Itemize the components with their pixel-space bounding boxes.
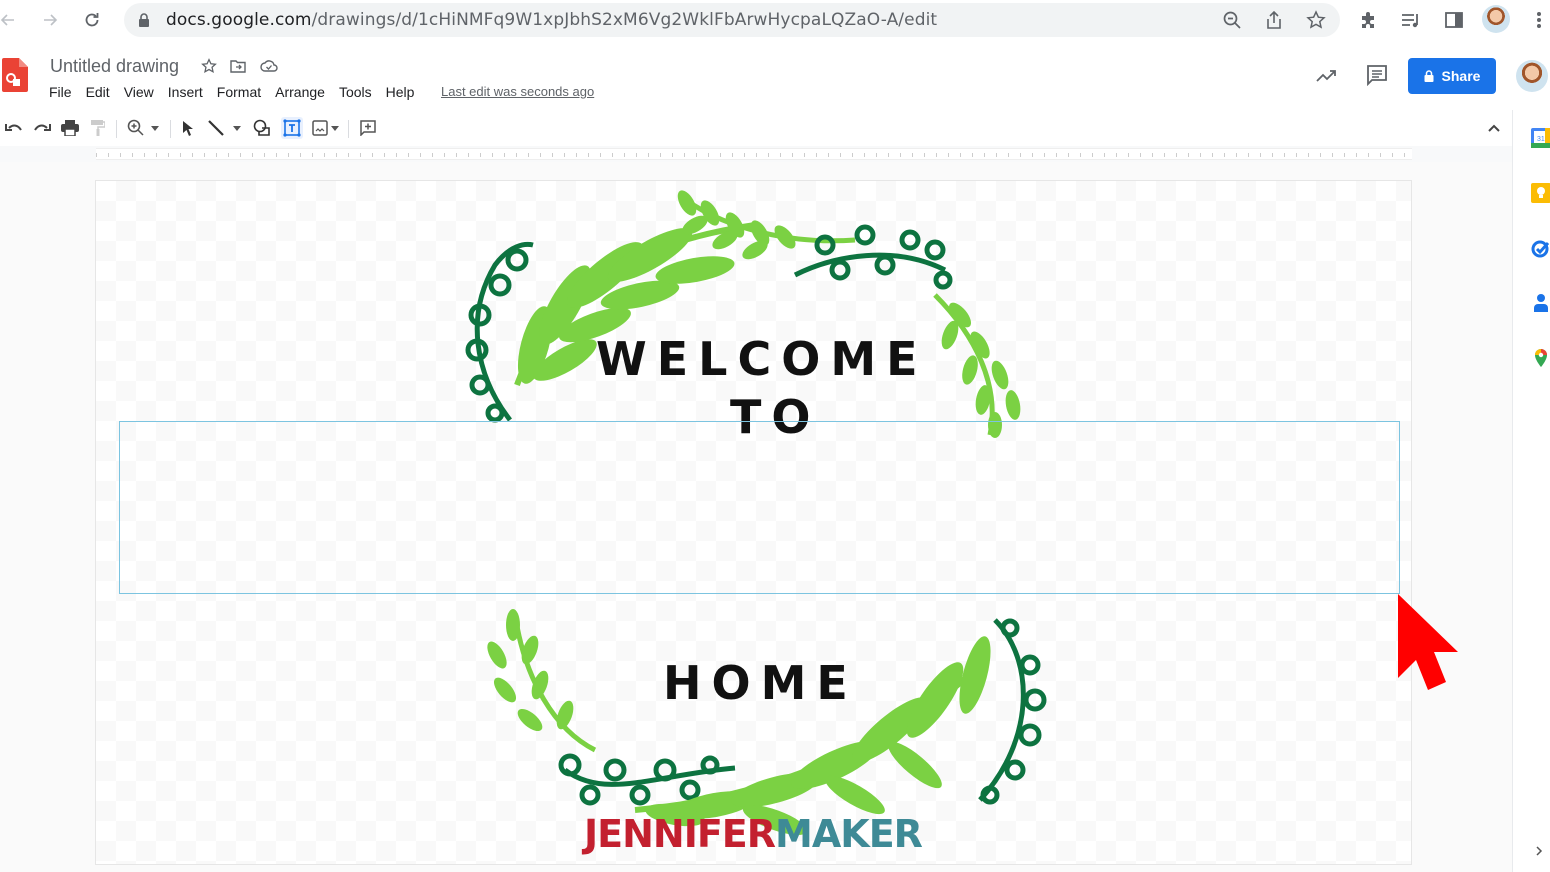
line-tool-icon[interactable]	[206, 118, 226, 138]
media-control-icon[interactable]	[1399, 8, 1423, 32]
drawings-logo-icon[interactable]	[2, 58, 28, 92]
share-label: Share	[1441, 68, 1481, 84]
toolbar	[0, 114, 1512, 142]
jennifermaker-watermark: JENNIFERMAKER	[584, 812, 923, 856]
undo-icon[interactable]	[4, 118, 24, 138]
text-box-tool-icon[interactable]	[281, 117, 303, 139]
toolbar-divider	[170, 120, 171, 138]
lock-icon	[1424, 70, 1434, 82]
calendar-day: 31	[1537, 136, 1545, 143]
comments-icon[interactable]	[1366, 64, 1388, 91]
line-dropdown-icon[interactable]	[230, 118, 244, 138]
profile-avatar[interactable]	[1482, 5, 1510, 33]
cloud-saved-icon[interactable]	[260, 57, 278, 75]
watermark-maker: MAKER	[775, 812, 923, 856]
document-title[interactable]: Untitled drawing	[50, 56, 179, 77]
url-text[interactable]: docs.google.com/drawings/d/1cHiNMFq9W1xp…	[166, 10, 937, 30]
image-dropdown-icon[interactable]	[328, 118, 342, 138]
image-tool-icon[interactable]	[310, 118, 330, 138]
url-host: docs.google.com	[166, 10, 312, 30]
collapse-menus-icon[interactable]	[1484, 118, 1504, 138]
expand-side-panel-icon[interactable]	[1535, 844, 1547, 864]
menu-view[interactable]: View	[124, 84, 154, 100]
print-icon[interactable]	[60, 118, 80, 138]
move-folder-icon[interactable]	[229, 57, 247, 75]
contacts-icon[interactable]	[1531, 293, 1550, 313]
share-button[interactable]: Share	[1408, 58, 1496, 94]
more-menu-icon[interactable]	[1527, 8, 1550, 32]
toolbar-divider	[348, 120, 349, 138]
side-panel: 31	[1512, 110, 1550, 872]
menu-help[interactable]: Help	[386, 84, 415, 100]
forward-icon[interactable]	[38, 8, 62, 32]
watermark-jennifer: JENNIFER	[584, 812, 776, 856]
menu-format[interactable]: Format	[217, 84, 261, 100]
red-cursor-arrow-icon	[1398, 594, 1458, 690]
home-text[interactable]: HOME	[663, 656, 858, 710]
maps-icon[interactable]	[1531, 348, 1550, 368]
url-path: /drawings/d/1cHiNMFq9W1xpJbhS2xM6Vg2WklF…	[311, 10, 938, 30]
browser-chrome: docs.google.com/drawings/d/1cHiNMFq9W1xp…	[0, 0, 1550, 42]
shape-tool-icon[interactable]	[252, 118, 272, 138]
zoom-dropdown-icon[interactable]	[148, 118, 162, 138]
reload-icon[interactable]	[80, 8, 104, 32]
address-bar[interactable]: docs.google.com/drawings/d/1cHiNMFq9W1xp…	[124, 3, 1340, 37]
account-avatar[interactable]	[1516, 60, 1548, 92]
horizontal-ruler[interactable]	[96, 148, 1412, 160]
share-page-icon[interactable]	[1262, 8, 1286, 32]
last-edit-link[interactable]: Last edit was seconds ago	[441, 84, 594, 99]
side-panel-icon[interactable]	[1442, 8, 1466, 32]
select-tool-icon[interactable]	[178, 118, 198, 138]
zoom-tool-icon[interactable]	[126, 118, 146, 138]
text-box-selection[interactable]	[119, 421, 1400, 594]
paint-format-icon[interactable]	[88, 118, 108, 138]
redo-icon[interactable]	[32, 118, 52, 138]
menu-file[interactable]: File	[49, 84, 72, 100]
calendar-icon[interactable]: 31	[1531, 128, 1550, 148]
keep-icon[interactable]	[1531, 183, 1550, 203]
bookmark-star-icon[interactable]	[1304, 8, 1328, 32]
activity-trend-icon[interactable]	[1316, 65, 1338, 90]
menu-arrange[interactable]: Arrange	[275, 84, 325, 100]
menu-insert[interactable]: Insert	[168, 84, 203, 100]
tasks-icon[interactable]	[1531, 238, 1550, 258]
add-comment-icon[interactable]	[358, 118, 378, 138]
lock-icon[interactable]	[138, 13, 150, 32]
menu-bar: File Edit View Insert Format Arrange Too…	[49, 84, 428, 100]
zoom-icon[interactable]	[1220, 8, 1244, 32]
menu-tools[interactable]: Tools	[339, 84, 372, 100]
extensions-icon[interactable]	[1357, 8, 1381, 32]
back-icon[interactable]	[0, 8, 20, 32]
welcome-text[interactable]: WELCOME	[596, 332, 928, 386]
star-icon[interactable]	[200, 57, 218, 75]
menu-edit[interactable]: Edit	[86, 84, 110, 100]
toolbar-divider	[116, 120, 117, 138]
